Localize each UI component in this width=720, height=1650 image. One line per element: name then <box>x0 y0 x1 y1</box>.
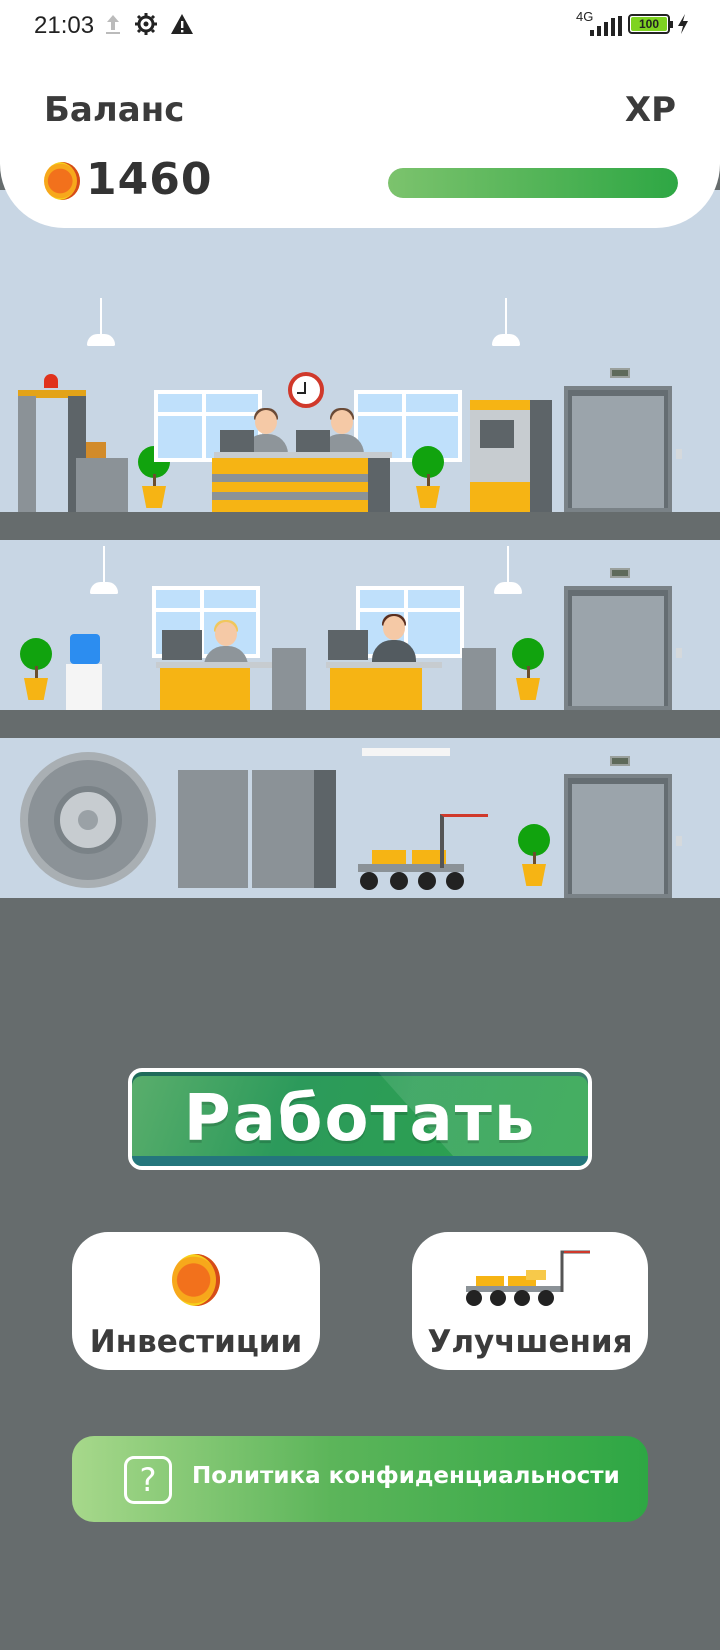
privacy-policy-label: Политика конфиденциальности <box>192 1463 620 1489</box>
atm-screen <box>480 420 514 448</box>
floor-slab <box>0 512 720 540</box>
monitor-icon <box>296 430 330 452</box>
water-cooler <box>66 664 102 716</box>
scanner-box <box>76 458 128 512</box>
wall-clock-icon <box>288 372 324 408</box>
work-button[interactable]: Работать <box>128 1068 592 1170</box>
alarm-light-icon <box>44 374 58 388</box>
work-button-label: Работать <box>183 1082 537 1156</box>
upgrades-label: Улучшения <box>427 1324 633 1360</box>
charging-icon <box>678 14 688 34</box>
settings-icon <box>135 13 157 35</box>
xp-progress-fill <box>388 168 678 198</box>
status-icons-left <box>104 12 194 36</box>
deposit-boxes <box>178 770 248 888</box>
work-button-stripe <box>132 1156 588 1166</box>
office-desk <box>330 668 422 714</box>
teller-desk <box>212 458 368 512</box>
package-icon <box>86 442 106 458</box>
coin-icon <box>172 1254 220 1306</box>
elevator <box>564 368 682 512</box>
teller-desk-side <box>368 458 390 512</box>
status-icons-right: 4G 100 <box>576 10 690 36</box>
cart-wheel <box>390 872 408 890</box>
status-time: 21:03 <box>34 12 95 39</box>
xp-label: XP <box>624 90 676 130</box>
file-cabinet <box>272 648 306 714</box>
gold-bar-icon <box>372 850 406 864</box>
battery-icon: 100 <box>628 14 673 34</box>
cart-handle <box>440 814 488 868</box>
cart-wheel <box>446 872 464 890</box>
atm-base <box>470 482 530 512</box>
monitor-icon <box>220 430 254 452</box>
gold-cart-icon <box>466 1250 590 1306</box>
deposit-boxes <box>252 770 314 888</box>
water-bottle-icon <box>70 634 100 664</box>
ceiling-light <box>362 748 450 756</box>
investments-button[interactable]: Инвестиции <box>72 1232 320 1370</box>
upgrades-button[interactable]: Улучшения <box>412 1232 648 1370</box>
file-cabinet <box>462 648 496 714</box>
vault-door-icon <box>20 752 156 888</box>
teller-desk-stripe <box>212 492 368 500</box>
warning-icon <box>171 14 193 34</box>
metal-detector <box>18 396 36 512</box>
balance-value: 1460 <box>86 154 213 205</box>
bank-building-scene <box>0 190 720 900</box>
monitor-icon <box>328 630 368 660</box>
status-bar: 21:03 4G 100 <box>0 0 720 56</box>
battery-level: 100 <box>631 17 667 31</box>
elevator <box>564 756 682 898</box>
question-icon: ? <box>124 1456 172 1504</box>
balance-label: Баланс <box>44 90 185 130</box>
xp-progress-bar <box>388 168 678 198</box>
privacy-policy-button[interactable]: ? Политика конфиденциальности <box>72 1436 648 1522</box>
coin-icon <box>44 162 80 200</box>
upload-icon <box>106 15 120 34</box>
cart-wheel <box>418 872 436 890</box>
office-desk <box>160 668 250 714</box>
signal-icon: 4G <box>576 10 622 36</box>
teller-desk-stripe <box>212 474 368 482</box>
floor-slab <box>0 898 720 900</box>
elevator <box>564 568 682 710</box>
atm-header <box>470 400 530 410</box>
atm-side <box>530 400 552 512</box>
monitor-icon <box>162 630 202 660</box>
floor-slab <box>0 710 720 738</box>
deposit-boxes-side <box>314 770 336 888</box>
cart-wheel <box>360 872 378 890</box>
investments-label: Инвестиции <box>89 1324 303 1360</box>
